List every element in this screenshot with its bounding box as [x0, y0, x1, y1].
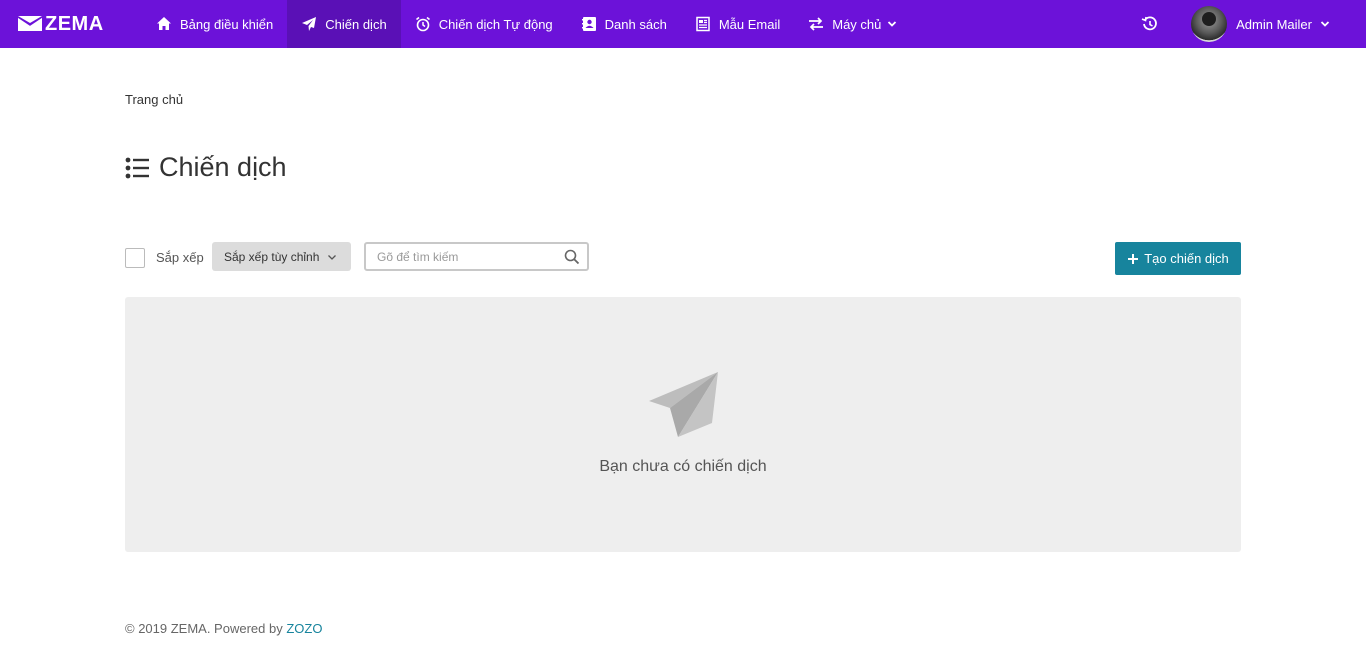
user-name: Admin Mailer	[1236, 16, 1312, 32]
breadcrumb-home[interactable]: Trang chủ	[125, 92, 183, 107]
nav-item-dashboard[interactable]: Bảng điều khiển	[142, 0, 287, 48]
history-icon	[1141, 16, 1157, 31]
history-button[interactable]	[1139, 13, 1161, 35]
nav-item-servers[interactable]: Máy chủ	[794, 0, 911, 48]
nav-item-automation[interactable]: Chiến dịch Tự động	[401, 0, 567, 48]
envelope-logo-icon	[18, 16, 42, 31]
empty-state-panel: Bạn chưa có chiến dịch	[125, 297, 1241, 552]
paper-plane-icon	[302, 17, 317, 31]
search-box	[364, 242, 589, 271]
search-input[interactable]	[366, 244, 546, 269]
paper-plane-icon	[649, 372, 718, 437]
list-icon	[125, 157, 149, 178]
sort-select[interactable]: Sắp xếp tùy chỉnh	[212, 242, 351, 271]
user-menu[interactable]: Admin Mailer	[1191, 6, 1330, 42]
page-title: Chiến dịch	[159, 152, 287, 182]
campaign-toolbar: Sắp xếp Sắp xếp tùy chỉnh Tạo chiến dịch	[125, 242, 1241, 275]
navbar-right: Admin Mailer	[1139, 0, 1366, 48]
nav-item-label: Bảng điều khiển	[180, 16, 274, 32]
create-campaign-label: Tạo chiến dịch	[1144, 251, 1229, 266]
nav-item-label: Danh sách	[604, 16, 667, 32]
contact-book-icon	[581, 17, 596, 31]
nav-item-label: Chiến dịch	[325, 16, 387, 32]
nav-item-label: Mẫu Email	[718, 16, 781, 32]
footer: © 2019 ZEMA. Powered by ZOZO	[125, 621, 322, 636]
sort-select-value: Sắp xếp tùy chỉnh	[224, 249, 320, 264]
search-icon[interactable]	[564, 249, 580, 265]
plus-icon	[1128, 253, 1139, 264]
nav-item-label: Chiến dịch Tự động	[438, 16, 553, 32]
exchange-arrows-icon	[809, 17, 824, 31]
page-header: Chiến dịch	[125, 152, 287, 183]
chevron-down-icon	[328, 254, 337, 260]
sort-checkbox[interactable]	[125, 248, 145, 268]
sort-label: Sắp xếp	[156, 250, 204, 265]
brand-logo[interactable]: ZEMA	[0, 0, 142, 48]
avatar	[1191, 6, 1228, 42]
main-nav: Bảng điều khiển Chiến dịch Chiến dịch Tự…	[142, 0, 911, 48]
nav-item-lists[interactable]: Danh sách	[567, 0, 681, 48]
nav-item-campaigns[interactable]: Chiến dịch	[287, 0, 401, 48]
newspaper-icon	[696, 16, 710, 32]
breadcrumb: Trang chủ	[125, 92, 183, 107]
brand-name: ZEMA	[45, 12, 104, 35]
chevron-down-icon	[888, 21, 897, 27]
nav-item-label: Máy chủ	[832, 16, 882, 32]
footer-copyright: © 2019 ZEMA. Powered by	[125, 621, 283, 636]
empty-state-message: Bạn chưa có chiến dịch	[599, 458, 767, 475]
top-navbar: ZEMA Bảng điều khiển Chiến dịch Chiến dị…	[0, 0, 1366, 48]
alarm-clock-icon	[415, 16, 430, 32]
create-campaign-button[interactable]: Tạo chiến dịch	[1115, 242, 1241, 275]
nav-item-email-templates[interactable]: Mẫu Email	[681, 0, 794, 48]
home-icon	[157, 17, 171, 30]
footer-link[interactable]: ZOZO	[286, 621, 322, 636]
chevron-down-icon	[1320, 21, 1330, 27]
